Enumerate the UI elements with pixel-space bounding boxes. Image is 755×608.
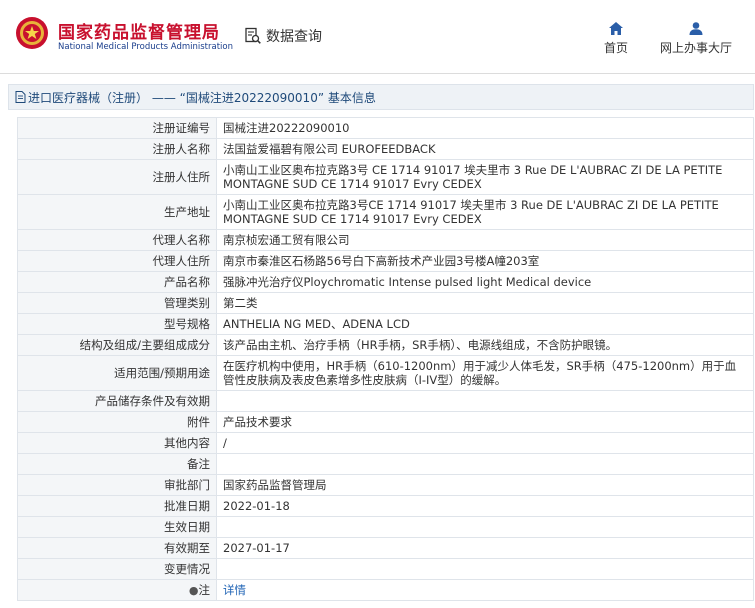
nav-home[interactable]: 首页: [604, 22, 628, 56]
field-label: 代理人名称: [17, 229, 217, 251]
registration-info-table: 注册证编号 国械注进20222090010 注册人名称 法国益爱福碧有限公司 EURO…: [17, 117, 754, 601]
field-value: /: [216, 432, 754, 454]
note-label: 注: [198, 583, 211, 597]
table-row: 变更情况: [17, 558, 754, 580]
field-label: 代理人住所: [17, 250, 217, 272]
field-label: 注册人名称: [17, 138, 217, 160]
data-query-label: 数据查询: [266, 29, 322, 45]
field-label: 有效期至: [17, 537, 217, 559]
field-value: 小南山工业区奥布拉克路3号CE 1714 91017 埃夫里市 3 Rue DE…: [216, 194, 754, 230]
field-value: 南京市秦淮区石杨路56号白下高新技术产业园3号楼A幢203室: [216, 250, 754, 272]
field-value: 产品技术要求: [216, 411, 754, 433]
header-divider: [0, 73, 755, 74]
table-row: 型号规格 ANTHELIA NG MED、ADENA LCD: [17, 313, 754, 335]
table-row: 代理人名称 南京桢宏通工贸有限公司: [17, 229, 754, 251]
detail-title-bar: 进口医疗器械（注册） —— “国械注进20222090010” 基本信息: [8, 84, 754, 110]
field-value: 南京桢宏通工贸有限公司: [216, 229, 754, 251]
field-value: 第二类: [216, 292, 754, 314]
field-value: 强脉冲光治疗仪Ploychromatic Intense pulsed ligh…: [216, 271, 754, 293]
field-value: 小南山工业区奥布拉克路3号 CE 1714 91017 埃夫里市 3 Rue D…: [216, 159, 754, 195]
field-label: 产品储存条件及有效期: [17, 390, 217, 412]
field-label: 结构及组成/主要组成成分: [17, 334, 217, 356]
field-label: 变更情况: [17, 558, 217, 580]
field-value: 国械注进20222090010: [216, 117, 754, 139]
table-row: 注册证编号 国械注进20222090010: [17, 117, 754, 139]
table-row: 产品储存条件及有效期: [17, 390, 754, 412]
table-row: 代理人住所 南京市秦淮区石杨路56号白下高新技术产业园3号楼A幢203室: [17, 250, 754, 272]
field-value: 国家药品监督管理局: [216, 474, 754, 496]
field-label: 注册证编号: [17, 117, 217, 139]
data-query-link[interactable]: 数据查询: [244, 26, 322, 46]
field-label: 适用范围/预期用途: [17, 355, 217, 391]
table-row: 注册人住所 小南山工业区奥布拉克路3号 CE 1714 91017 埃夫里市 3 …: [17, 159, 754, 195]
field-label: 生产地址: [17, 194, 217, 230]
nav-online-hall[interactable]: 网上办事大厅: [660, 22, 732, 56]
detail-title-text: 进口医疗器械（注册） —— “国械注进20222090010” 基本信息: [28, 90, 376, 105]
brand-name-cn: 国家药品监督管理局: [58, 23, 220, 43]
field-value: 2027-01-17: [216, 537, 754, 559]
field-label: 注册人住所: [17, 159, 217, 195]
field-value: 法国益爱福碧有限公司 EUROFEEDBACK: [216, 138, 754, 160]
table-row: 适用范围/预期用途 在医疗机构中使用，HR手柄（610-1200nm）用于减少人体…: [17, 355, 754, 391]
nav-online-hall-label: 网上办事大厅: [660, 41, 733, 55]
note-label-cell: ●注: [17, 579, 217, 601]
emblem-logo: [16, 17, 48, 49]
field-label: 备注: [17, 453, 217, 475]
table-row: 生产地址 小南山工业区奥布拉克路3号CE 1714 91017 埃夫里市 3 Ru…: [17, 194, 754, 230]
table-row: 生效日期: [17, 516, 754, 538]
field-label: 产品名称: [17, 271, 217, 293]
home-icon: [609, 22, 623, 35]
table-row: 有效期至 2027-01-17: [17, 537, 754, 559]
search-document-icon: [245, 27, 261, 44]
field-label: 批准日期: [17, 495, 217, 517]
table-row: 批准日期 2022-01-18: [17, 495, 754, 517]
field-value: [216, 516, 754, 538]
field-label: 管理类别: [17, 292, 217, 314]
note-value-cell: 详情: [216, 579, 754, 601]
field-label: 生效日期: [17, 516, 217, 538]
field-value: [216, 558, 754, 580]
table-row: 备注: [17, 453, 754, 475]
brand-name-en: National Medical Products Administration: [58, 42, 233, 52]
field-value: 2022-01-18: [216, 495, 754, 517]
nav-home-label: 首页: [604, 41, 629, 55]
field-value: 该产品由主机、治疗手柄（HR手柄，SR手柄）、电源线组成，不含防护眼镜。: [216, 334, 754, 356]
document-icon: [15, 91, 26, 103]
field-label: 型号规格: [17, 313, 217, 335]
table-row: 其他内容 /: [17, 432, 754, 454]
table-row: 附件 产品技术要求: [17, 411, 754, 433]
table-row: 审批部门 国家药品监督管理局: [17, 474, 754, 496]
bulb-icon: ●: [188, 584, 199, 597]
field-label: 审批部门: [17, 474, 217, 496]
field-value: ANTHELIA NG MED、ADENA LCD: [216, 313, 754, 335]
table-row: 注册人名称 法国益爱福碧有限公司 EUROFEEDBACK: [17, 138, 754, 160]
table-row: 管理类别 第二类: [17, 292, 754, 314]
field-value: 在医疗机构中使用，HR手柄（610-1200nm）用于减少人体毛发，SR手柄（4…: [216, 355, 754, 391]
field-label: 其他内容: [17, 432, 217, 454]
site-header: 国家药品监督管理局 National Medical Products Admi…: [0, 0, 755, 74]
user-icon: [689, 22, 703, 35]
details-link[interactable]: 详情: [223, 583, 246, 597]
field-label: 附件: [17, 411, 217, 433]
field-value: [216, 453, 754, 475]
table-row: 结构及组成/主要组成成分 该产品由主机、治疗手柄（HR手柄，SR手柄）、电源线组成…: [17, 334, 754, 356]
field-value: [216, 390, 754, 412]
table-row: 产品名称 强脉冲光治疗仪Ploychromatic Intense pulsed …: [17, 271, 754, 293]
table-row-note: ●注 详情: [17, 579, 754, 601]
